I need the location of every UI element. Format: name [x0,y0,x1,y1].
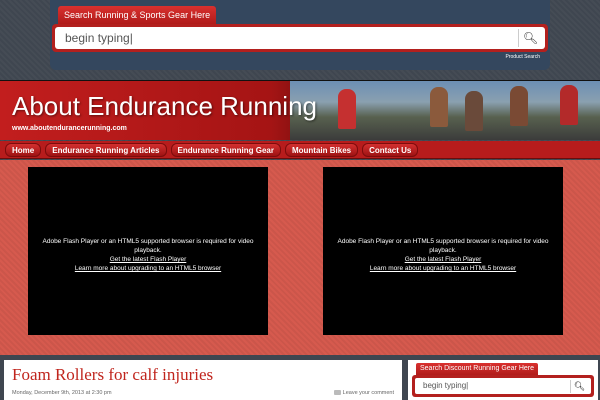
comment-icon [333,390,341,396]
search-icon[interactable]: 🔍︎ [518,29,542,47]
sidebar-search-input[interactable]: begin typing| [415,378,591,394]
sidebar-search-tab: Search Discount Running Gear Here [416,363,539,375]
nav-item-gear[interactable]: Endurance Running Gear [170,142,281,157]
leave-comment-link[interactable]: Leave your comment [333,390,394,396]
html5-browser-link[interactable]: Learn more about upgrading to an HTML5 b… [323,264,563,273]
sidebar-search-box: begin typing| 🔍︎ [412,375,594,397]
video-player[interactable]: Adobe Flash Player or an HTML5 supported… [28,167,268,335]
html5-browser-link[interactable]: Learn more about upgrading to an HTML5 b… [28,264,268,273]
nav-item-mountain-bikes[interactable]: Mountain Bikes [284,142,359,157]
sidebar-search-widget: Search Discount Running Gear Here begin … [408,360,598,400]
nav-item-contact[interactable]: Contact Us [362,142,419,157]
site-url: www.aboutendurancerunning.com [12,125,127,132]
search-icon[interactable]: 🔍︎ [570,380,588,393]
nav-item-articles[interactable]: Endurance Running Articles [45,142,167,157]
flash-player-link[interactable]: Get the latest Flash Player [323,255,563,264]
post-card: Foam Rollers for calf injuries Monday, D… [4,360,402,400]
content-area: Foam Rollers for calf injuries Monday, D… [0,355,600,400]
top-search-tab: Search Running & Sports Gear Here [58,6,217,24]
video-section: Adobe Flash Player or an HTML5 supported… [0,160,600,355]
video-message: Adobe Flash Player or an HTML5 supported… [337,238,549,254]
main-nav: Home Endurance Running Articles Enduranc… [0,141,600,159]
site-title[interactable]: About Endurance Running [12,91,317,122]
top-search-box: begin typing| 🔍︎ [52,24,548,52]
header-runners-image [290,81,600,140]
top-search-input[interactable]: begin typing| [55,27,545,49]
leave-comment-label: Leave your comment [342,390,394,396]
site-header: About Endurance Running www.aboutenduran… [0,80,600,140]
product-search-caption: Product Search [505,54,540,60]
post-date: Monday, December 9th, 2013 at 2:30 pm [12,390,112,396]
video-message: Adobe Flash Player or an HTML5 supported… [42,238,254,254]
video-player[interactable]: Adobe Flash Player or an HTML5 supported… [323,167,563,335]
top-search-panel: Search Running & Sports Gear Here begin … [50,0,550,70]
flash-player-link[interactable]: Get the latest Flash Player [28,255,268,264]
nav-item-home[interactable]: Home [5,142,42,157]
post-title[interactable]: Foam Rollers for calf injuries [12,365,213,385]
